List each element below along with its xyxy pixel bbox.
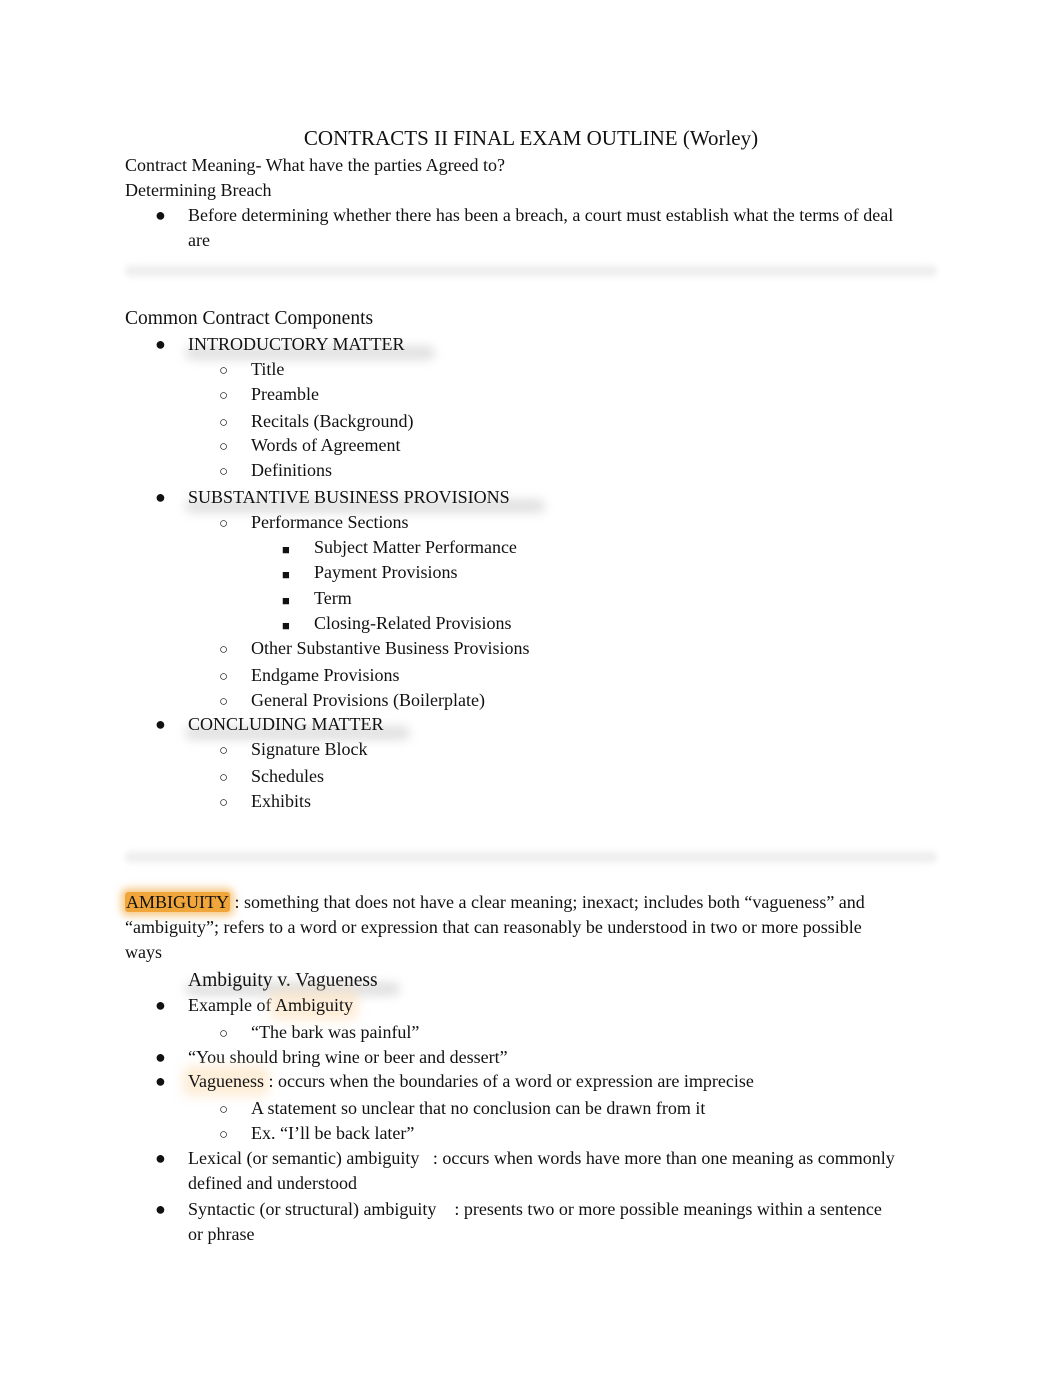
ambiguity-definition-cont: ways	[125, 942, 162, 962]
list-item: General Provisions (Boilerplate)	[251, 690, 485, 710]
square-bullet-icon: ■	[282, 567, 290, 582]
section-substantive-provisions: SUBSTANTIVE BUSINESS PROVISIONS	[188, 487, 510, 507]
example-quote: “The bark was painful”	[251, 1022, 420, 1042]
ambiguity-term-highlight: AMBIGUITY	[125, 892, 230, 912]
list-item: A statement so unclear that no conclusio…	[251, 1098, 706, 1118]
lexical-ambiguity-cont: defined and understood	[188, 1173, 357, 1193]
breach-bullet-text-cont: are	[188, 230, 210, 250]
ambiguity-term-highlight-soft: Ambiguity	[274, 995, 353, 1015]
list-item: Endgame Provisions	[251, 665, 400, 685]
circle-bullet-icon: ○	[219, 642, 229, 658]
list-item: Exhibits	[251, 791, 312, 811]
ambiguity-definition-cont: “ambiguity”; refers to a word or express…	[125, 917, 862, 937]
list-item: Term	[314, 588, 352, 608]
circle-bullet-icon: ○	[219, 464, 229, 480]
heading-common-components: Common Contract Components	[125, 308, 374, 329]
disc-bullet-icon: ●	[155, 205, 166, 225]
list-item: Words of Agreement	[251, 435, 401, 455]
redacted-separator	[125, 262, 937, 280]
vagueness-definition-text: : occurs when the boundaries of a word o…	[263, 1071, 754, 1091]
circle-bullet-icon: ○	[219, 415, 229, 431]
disc-bullet-icon: ●	[155, 1047, 166, 1067]
disc-bullet-icon: ●	[155, 714, 166, 734]
syntactic-ambiguity-cont: or phrase	[188, 1224, 255, 1244]
list-item: Recitals (Background)	[251, 411, 414, 431]
square-bullet-icon: ■	[282, 618, 290, 633]
heading-contract-meaning: Contract Meaning- What have the parties …	[125, 155, 506, 175]
list-item: Performance Sections	[251, 512, 409, 532]
circle-bullet-icon: ○	[219, 363, 229, 379]
list-item: Definitions	[251, 460, 332, 480]
example-prefix: Example of	[188, 995, 275, 1015]
circle-bullet-icon: ○	[219, 770, 229, 786]
redacted-separator	[125, 848, 937, 866]
list-item: Closing-Related Provisions	[314, 613, 512, 633]
list-item: Payment Provisions	[314, 562, 458, 582]
example-of-ambiguity: Example of Ambiguity	[188, 993, 353, 1018]
square-bullet-icon: ■	[282, 542, 290, 557]
list-item: Subject Matter Performance	[314, 537, 517, 557]
disc-bullet-icon: ●	[155, 334, 166, 354]
vagueness-term-highlight: Vagueness	[188, 1071, 264, 1091]
circle-bullet-icon: ○	[219, 1102, 229, 1118]
disc-bullet-icon: ●	[155, 1071, 166, 1091]
vagueness-definition: Vagueness : occurs when the boundaries o…	[188, 1069, 754, 1094]
list-item: Other Substantive Business Provisions	[251, 638, 530, 658]
lexical-ambiguity: Lexical (or semantic) ambiguity : occurs…	[188, 1148, 895, 1168]
circle-bullet-icon: ○	[219, 439, 229, 455]
ambiguity-definition-text: : something that does not have a clear m…	[230, 892, 865, 912]
heading-determining-breach: Determining Breach	[125, 180, 272, 200]
syntactic-ambiguity: Syntactic (or structural) ambiguity : pr…	[188, 1199, 882, 1219]
circle-bullet-icon: ○	[219, 743, 229, 759]
disc-bullet-icon: ●	[155, 995, 166, 1015]
circle-bullet-icon: ○	[219, 516, 229, 532]
disc-bullet-icon: ●	[155, 487, 166, 507]
list-item: Preamble	[251, 384, 319, 404]
list-item: Title	[251, 359, 285, 379]
document-page: CONTRACTS II FINAL EXAM OUTLINE (Worley)…	[0, 0, 1062, 1377]
circle-bullet-icon: ○	[219, 795, 229, 811]
section-concluding-matter: CONCLUDING MATTER	[188, 714, 384, 734]
disc-bullet-icon: ●	[155, 1199, 166, 1219]
ambiguity-definition: AMBIGUITY : something that does not have…	[125, 890, 865, 915]
circle-bullet-icon: ○	[219, 669, 229, 685]
circle-bullet-icon: ○	[219, 1026, 229, 1042]
circle-bullet-icon: ○	[219, 1127, 229, 1143]
list-item: Signature Block	[251, 739, 368, 759]
section-introductory-matter: INTRODUCTORY MATTER	[188, 334, 405, 354]
list-item: Ex. “I’ll be back later”	[251, 1123, 415, 1143]
subheading-ambiguity-vagueness: Ambiguity v. Vagueness	[188, 970, 378, 991]
document-title: CONTRACTS II FINAL EXAM OUTLINE (Worley)	[303, 126, 759, 150]
square-bullet-icon: ■	[282, 593, 290, 608]
circle-bullet-icon: ○	[219, 388, 229, 404]
list-item: Schedules	[251, 766, 324, 786]
breach-bullet-text: Before determining whether there has bee…	[188, 205, 894, 225]
wine-quote: “You should bring wine or beer and desse…	[188, 1047, 508, 1067]
disc-bullet-icon: ●	[155, 1148, 166, 1168]
